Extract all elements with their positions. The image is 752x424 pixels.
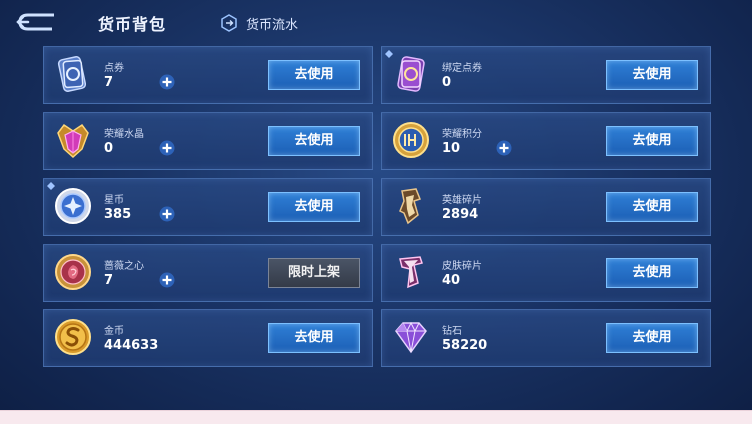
- gold-coin-icon: [55, 319, 91, 355]
- glory-crystal-icon: [57, 123, 89, 159]
- bottom-strip: [0, 410, 752, 424]
- use-star-coin-button[interactable]: 去使用: [268, 192, 360, 222]
- skin-fragment-icon: [399, 256, 423, 289]
- currency-name: 钻石: [442, 326, 462, 337]
- diamond-icon: [395, 321, 427, 354]
- currency-amount: 2894: [442, 207, 479, 222]
- currency-card-hero-fragment: 英雄碎片 2894 去使用: [381, 178, 711, 236]
- use-hero-fragment-button[interactable]: 去使用: [606, 192, 698, 222]
- currency-amount: 0: [104, 141, 114, 156]
- currency-name: 皮肤碎片: [442, 261, 482, 272]
- use-bound-ticket-button[interactable]: 去使用: [606, 60, 698, 90]
- currency-name: 荣耀水晶: [104, 129, 144, 140]
- currency-card-gold-coin: 金币 444633 去使用: [43, 309, 373, 367]
- currency-name: 金币: [104, 326, 124, 337]
- add-glory-points-plus-icon[interactable]: [496, 140, 512, 156]
- currency-name: 英雄碎片: [442, 195, 482, 206]
- currency-name: 荣耀积分: [442, 129, 482, 140]
- use-skin-fragment-button[interactable]: 去使用: [606, 258, 698, 288]
- currency-name: 点券: [104, 63, 124, 74]
- use-diamond-button[interactable]: 去使用: [606, 323, 698, 353]
- currency-card-ticket: 点券 7 去使用: [43, 46, 373, 104]
- add-ticket-plus-icon[interactable]: [159, 74, 175, 90]
- currency-amount: 0: [442, 75, 452, 90]
- currency-amount: 7: [104, 75, 114, 90]
- currency-card-glory-crystal: 荣耀水晶 0 去使用: [43, 112, 373, 170]
- use-ticket-button[interactable]: 去使用: [268, 60, 360, 90]
- back-button[interactable]: [14, 10, 58, 34]
- use-glory-points-button[interactable]: 去使用: [606, 126, 698, 156]
- limited-time-button[interactable]: 限时上架: [268, 258, 360, 288]
- currency-name: 星币: [104, 195, 124, 206]
- currency-name: 蔷薇之心: [104, 261, 144, 272]
- rose-heart-icon: [55, 254, 91, 290]
- use-gold-coin-button[interactable]: 去使用: [268, 323, 360, 353]
- back-arrow-icon: [16, 13, 54, 31]
- currency-amount: 7: [104, 273, 114, 288]
- currency-flow-icon: [221, 14, 237, 32]
- currency-amount: 385: [104, 207, 132, 222]
- currency-card-diamond: 钻石 58220 去使用: [381, 309, 711, 367]
- hero-fragment-icon: [399, 188, 421, 225]
- currency-flow-tab[interactable]: 货币流水: [220, 12, 298, 34]
- currency-name: 绑定点券: [442, 63, 482, 74]
- glory-points-icon: [393, 122, 429, 158]
- page-title: 货币背包: [98, 15, 167, 34]
- currency-card-glory-points: 荣耀积分 10 去使用: [381, 112, 711, 170]
- add-rose-heart-plus-icon[interactable]: [159, 272, 175, 288]
- add-star-coin-plus-icon[interactable]: [159, 206, 175, 222]
- currency-amount: 444633: [104, 338, 159, 353]
- add-glory-crystal-plus-icon[interactable]: [159, 140, 175, 156]
- currency-card-bound-ticket: 绑定点券 0 去使用: [381, 46, 711, 104]
- currency-flow-label: 货币流水: [246, 17, 299, 33]
- currency-card-rose-heart: 蔷薇之心 7 限时上架: [43, 244, 373, 302]
- use-glory-crystal-button[interactable]: 去使用: [268, 126, 360, 156]
- currency-amount: 40: [442, 273, 461, 288]
- star-coin-icon: [55, 188, 91, 224]
- bound-ticket-icon: [397, 56, 425, 92]
- currency-amount: 58220: [442, 338, 488, 353]
- currency-amount: 10: [442, 141, 461, 156]
- currency-card-star-coin: 星币 385 去使用: [43, 178, 373, 236]
- top-bar: 货币背包 货币流水: [0, 0, 752, 44]
- ticket-icon: [57, 56, 87, 92]
- currency-card-skin-fragment: 皮肤碎片 40 去使用: [381, 244, 711, 302]
